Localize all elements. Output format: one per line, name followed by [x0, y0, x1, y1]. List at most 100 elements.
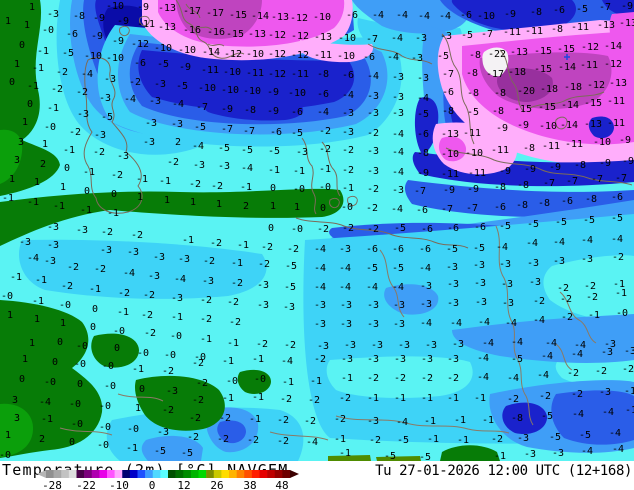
temp-value-label: -0 — [99, 401, 111, 412]
temp-value-label: -4 — [314, 282, 326, 293]
temp-value-label: -2 — [231, 278, 243, 289]
temp-value-label: -14 — [202, 47, 220, 58]
temp-value-label: 1 — [22, 117, 28, 128]
temp-value-label: 1 — [135, 403, 141, 414]
colorbar-segment — [190, 470, 199, 478]
temp-value-label: -10 — [465, 148, 483, 159]
temp-value-label: 3 — [12, 395, 18, 406]
temp-value-label: -3 — [283, 302, 295, 313]
temp-value-label: -2 — [256, 339, 268, 350]
temp-value-label: -1 — [447, 393, 459, 404]
temp-value-label: -8 — [494, 182, 506, 193]
temp-value-label: 0 — [19, 40, 25, 51]
temp-value-label: -3 — [339, 244, 351, 255]
temp-value-label: -10 — [593, 137, 611, 148]
temp-value-label: 3 — [14, 413, 20, 424]
temp-value-label: -4 — [505, 318, 517, 329]
temp-value-label: -3 — [624, 346, 634, 357]
temp-value-label: -15 — [229, 10, 247, 21]
temp-value-label: -2 — [143, 290, 155, 301]
temp-value-label: -2 — [167, 157, 179, 168]
temp-value-label: -13 — [158, 3, 176, 14]
temp-value-label: 1 — [137, 192, 143, 203]
temp-value-label: -6 — [346, 10, 358, 21]
temp-value-label: -10 — [338, 33, 356, 44]
temp-value-label: -6 — [447, 223, 459, 234]
temp-value-label: -2 — [189, 413, 201, 424]
colorbar-segment — [213, 470, 222, 478]
temp-value-label: -2 — [162, 366, 174, 377]
temp-value-label: -6 — [421, 224, 433, 235]
temp-value-label: -5 — [555, 217, 567, 228]
temp-value-label: -10 — [106, 53, 124, 64]
temp-value-label: -7 — [442, 69, 454, 80]
temp-value-label: -9 — [496, 123, 508, 134]
temp-value-label: -5 — [499, 221, 511, 232]
temp-value-label: -5 — [218, 143, 230, 154]
temp-value-label: -5 — [579, 430, 591, 441]
temp-value-label: -4 — [612, 444, 624, 455]
temp-value-label: -9 — [267, 106, 279, 117]
temp-value-label: -11 — [503, 27, 521, 38]
temp-value-label: -5 — [101, 112, 113, 123]
temp-value-label: -4 — [553, 237, 565, 248]
temp-value-label: -4 — [342, 90, 354, 101]
temp-value-label: -14 — [561, 100, 579, 111]
temp-value-label: -9 — [549, 162, 561, 173]
temp-value-label: -4 — [545, 338, 557, 349]
temp-value-label: -3 — [153, 252, 165, 263]
temp-value-label: -4 — [478, 317, 490, 328]
temp-value-label: -2 — [219, 413, 231, 424]
temp-value-label: -5 — [157, 59, 169, 70]
temp-value-label: -22 — [488, 49, 506, 60]
temp-value-label: -5 — [284, 282, 296, 293]
temp-value-label: -7 — [599, 2, 611, 13]
temp-value-label: 0 — [268, 223, 274, 234]
temp-value-label: -9 — [524, 164, 536, 175]
temp-value-label: -4 — [537, 370, 549, 381]
temp-value-label: -15 — [534, 64, 552, 75]
temp-value-label: -0 — [137, 348, 149, 359]
temp-value-label: -1 — [394, 393, 406, 404]
temp-value-label: -1 — [80, 205, 92, 216]
temp-value-label: -12 — [268, 49, 286, 60]
temp-value-label: -7 — [543, 178, 555, 189]
temp-value-label: -3 — [47, 222, 59, 233]
temp-value-label: -2 — [144, 328, 156, 339]
temp-value-label: -1 — [159, 176, 171, 187]
temp-value-label: -4 — [526, 238, 538, 249]
navgem-temperature-chart: 1 -10 -9 -13 -17 -17 -15 -14 -13 -12 -10 -6 -4 -4 -4 -4… — [0, 0, 634, 490]
temp-value-label: 2 — [243, 201, 249, 212]
temp-value-label: 0 — [114, 343, 120, 354]
temp-value-label: -9 — [622, 156, 634, 167]
temp-value-label: -5 — [541, 411, 553, 422]
temp-value-label: -3 — [371, 340, 383, 351]
temp-value-label: -12 — [131, 39, 149, 50]
temp-value-label: -3 — [148, 271, 160, 282]
temp-value-label: -5 — [268, 146, 280, 157]
temp-value-label: -1 — [457, 435, 469, 446]
temp-value-label: -2 — [339, 393, 351, 404]
temp-value-label: -1 — [474, 393, 486, 404]
temp-value-label: -6 — [417, 129, 429, 140]
temp-value-label: -1 — [136, 174, 148, 185]
temp-value-label: -3 — [393, 319, 405, 330]
temp-value-label: -3 — [117, 151, 129, 162]
temp-value-label: -1 — [240, 182, 252, 193]
temp-value-label: -3 — [340, 319, 352, 330]
temp-value-label: -1 — [107, 208, 119, 219]
colorbar-segment — [183, 470, 192, 478]
temp-value-label: -4 — [314, 263, 326, 274]
temp-value-label: -18 — [540, 84, 558, 95]
temp-value-label: -4 — [419, 263, 431, 274]
temp-value-label: -8 — [317, 69, 329, 80]
temp-value-label: -4 — [572, 409, 584, 420]
temp-value-label: -3 — [314, 300, 326, 311]
temp-value-label: -4 — [571, 349, 583, 360]
valid-time: Tu 27-01-2026 12:00 UTC (12+168) — [375, 463, 632, 479]
colorbar-tick-label: 0 — [149, 479, 156, 490]
temp-value-label: -3 — [392, 185, 404, 196]
temp-value-label: -2 — [67, 262, 79, 273]
temp-value-label: 0 — [52, 357, 58, 368]
temp-value-label: -4 — [477, 353, 489, 364]
